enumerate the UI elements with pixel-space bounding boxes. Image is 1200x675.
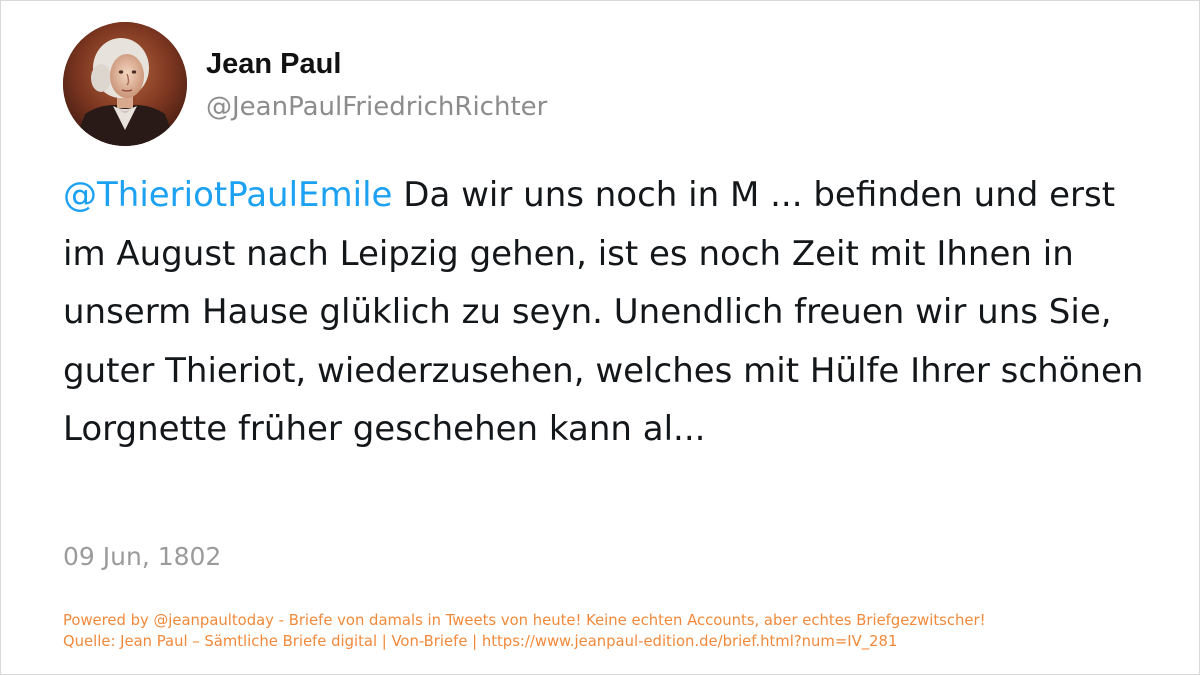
display-name[interactable]: Jean Paul	[206, 46, 547, 82]
powered-by-text: Powered by @jeanpaultoday - Briefe von d…	[63, 612, 986, 629]
avatar[interactable]	[63, 22, 187, 146]
source-text: Quelle: Jean Paul – Sämtliche Briefe dig…	[63, 633, 898, 650]
mention-link[interactable]: @ThieriotPaulEmile	[63, 175, 392, 215]
tweet-header: Jean Paul @JeanPaulFriedrichRichter	[63, 21, 547, 147]
tweet-body: Da wir uns noch in M ... befinden und er…	[63, 175, 1144, 449]
portrait-avatar-icon	[63, 22, 187, 146]
tweet-date: 09 Jun, 1802	[63, 542, 222, 571]
tweet-card: Jean Paul @JeanPaulFriedrichRichter @Thi…	[0, 0, 1200, 675]
user-handle[interactable]: @JeanPaulFriedrichRichter	[206, 90, 547, 124]
name-block: Jean Paul @JeanPaulFriedrichRichter	[206, 46, 547, 124]
attribution-footer: Powered by @jeanpaultoday - Briefe von d…	[63, 610, 1173, 652]
tweet-text: @ThieriotPaulEmile Da wir uns noch in M …	[63, 166, 1153, 459]
